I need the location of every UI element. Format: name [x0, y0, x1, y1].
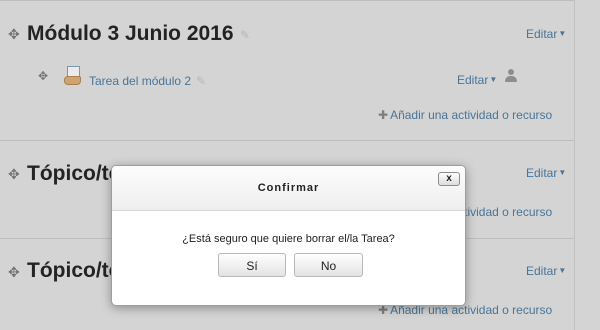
dialog-title: Confirmar: [257, 182, 320, 194]
yes-button[interactable]: Sí: [218, 253, 286, 277]
confirm-dialog: Confirmar x ¿Está seguro que quiere borr…: [111, 165, 466, 306]
dialog-question: ¿Está seguro que quiere borrar el/la Tar…: [182, 233, 395, 245]
no-button[interactable]: No: [294, 253, 363, 277]
close-icon[interactable]: x: [438, 172, 460, 186]
dialog-header: Confirmar x: [112, 166, 465, 211]
